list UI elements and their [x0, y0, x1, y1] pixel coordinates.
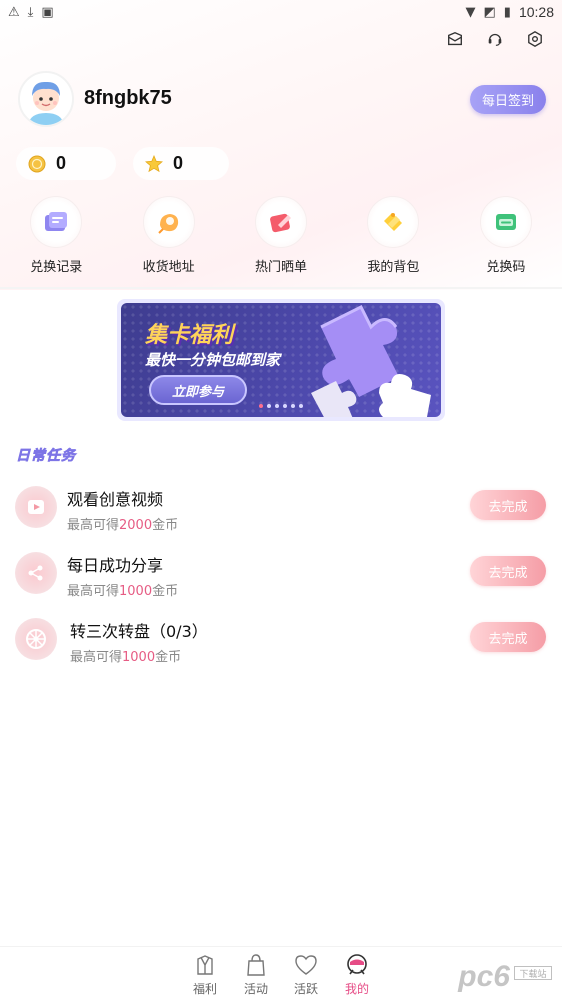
tab-activity[interactable]: 活动: [236, 953, 276, 997]
customer-service-icon[interactable]: [486, 30, 504, 48]
puzzle-piece-white-icon: [379, 374, 431, 417]
wifi-icon: ▼: [465, 4, 476, 20]
coin-icon: [28, 155, 46, 172]
avatar-illustration-icon: [20, 73, 72, 125]
profile-icon: [347, 954, 367, 975]
pager-dot: [267, 404, 271, 408]
tab-welfare[interactable]: 福利: [185, 953, 225, 997]
shortcut-label: 我的背包: [367, 260, 420, 275]
star-balance[interactable]: 0: [133, 147, 229, 180]
bag-icon: [247, 954, 265, 976]
tab-active[interactable]: 活跃: [286, 953, 326, 997]
settings-icon[interactable]: [526, 30, 544, 48]
status-bar: ⚠ ⤓ ▣ ▼ ◩ ▮ 10:28: [0, 0, 562, 24]
heart-icon: [295, 955, 317, 975]
warning-icon: ⚠: [8, 4, 20, 20]
banner-pager: [259, 404, 303, 408]
no-sim-icon: ◩: [483, 4, 496, 20]
task-title: 转三次转盘（0/3）: [70, 622, 208, 641]
shortcut-address[interactable]: 收货地址: [112, 196, 224, 275]
task-go-button[interactable]: 去完成: [470, 556, 546, 586]
task-row: 观看创意视频 最高可得2000金币 去完成: [0, 486, 562, 542]
wheel-icon: [15, 618, 57, 660]
shortcut-redeem-code[interactable]: 兑换码: [450, 196, 562, 275]
shortcut-label: 兑换记录: [30, 260, 83, 275]
share-icon: [15, 552, 57, 594]
daily-checkin-button[interactable]: 每日签到: [470, 85, 546, 114]
pager-dot: [275, 404, 279, 408]
section-divider: [0, 287, 562, 289]
battery-icon: ▮: [503, 4, 511, 20]
coin-balance[interactable]: 0: [16, 147, 116, 180]
shortcut-redeem-record[interactable]: 兑换记录: [0, 196, 112, 275]
shortcut-label: 热门晒单: [255, 260, 308, 275]
star-icon: [145, 154, 163, 172]
tab-label: 福利: [192, 982, 217, 996]
shortcut-showcase[interactable]: 热门晒单: [225, 196, 337, 275]
watermark-logo: pc6: [458, 960, 510, 993]
top-actions: [446, 30, 544, 48]
pager-dot: [299, 404, 303, 408]
task-title: 每日成功分享: [67, 556, 164, 575]
promo-banner[interactable]: 集卡福利 最快一分钟包邮到家 立即参与: [117, 299, 445, 421]
gift-icon: [197, 955, 213, 975]
task-title: 观看创意视频: [67, 490, 164, 509]
watermark-subtitle: 下载站: [514, 966, 552, 980]
shortcut-label: 兑换码: [486, 260, 526, 275]
tab-mine[interactable]: 我的: [337, 953, 377, 997]
star-count: 0: [173, 153, 184, 173]
task-row: 每日成功分享 最高可得1000金币 去完成: [0, 552, 562, 608]
promo-banner-image: 集卡福利 最快一分钟包邮到家 立即参与: [121, 303, 441, 417]
puzzle-piece-small-icon: [311, 381, 357, 417]
task-go-button[interactable]: 去完成: [470, 622, 546, 652]
pager-dot: [259, 404, 263, 408]
address-icon: [142, 196, 195, 248]
shortcut-label: 收货地址: [142, 260, 195, 275]
task-row: 转三次转盘（0/3） 最高可得1000金币 去完成: [0, 618, 562, 674]
banner-subtitle: 最快一分钟包邮到家: [145, 351, 281, 369]
video-icon: [15, 486, 57, 528]
tab-label: 活动: [243, 982, 268, 996]
task-reward: 最高可得2000金币: [67, 518, 179, 533]
task-reward: 最高可得1000金币: [70, 650, 182, 665]
shortcut-grid: 兑换记录 收货地址 热门晒单 我的背包 兑换码: [0, 196, 562, 275]
task-reward: 最高可得1000金币: [67, 584, 179, 599]
coin-count: 0: [56, 153, 67, 173]
tab-label: 活跃: [293, 982, 318, 996]
download-icon: ⤓: [27, 4, 34, 20]
username: 8fngbk75: [84, 87, 172, 109]
redeem-record-icon: [30, 196, 83, 248]
banner-title: 集卡福利: [145, 323, 234, 348]
avatar[interactable]: [18, 71, 74, 127]
redeem-code-icon: [479, 196, 532, 248]
banner-join-button[interactable]: 立即参与: [149, 375, 247, 405]
status-time: 10:28: [518, 4, 554, 20]
shortcut-backpack[interactable]: 我的背包: [337, 196, 449, 275]
task-go-button[interactable]: 去完成: [470, 490, 546, 520]
backpack-icon: [367, 196, 420, 248]
pager-dot: [283, 404, 287, 408]
tab-label: 我的: [344, 982, 369, 996]
showcase-icon: [255, 196, 308, 248]
notification-icon: ▣: [41, 4, 54, 20]
mail-icon[interactable]: [446, 30, 464, 48]
pager-dot: [291, 404, 295, 408]
daily-tasks-title: 日常任务: [16, 448, 76, 465]
